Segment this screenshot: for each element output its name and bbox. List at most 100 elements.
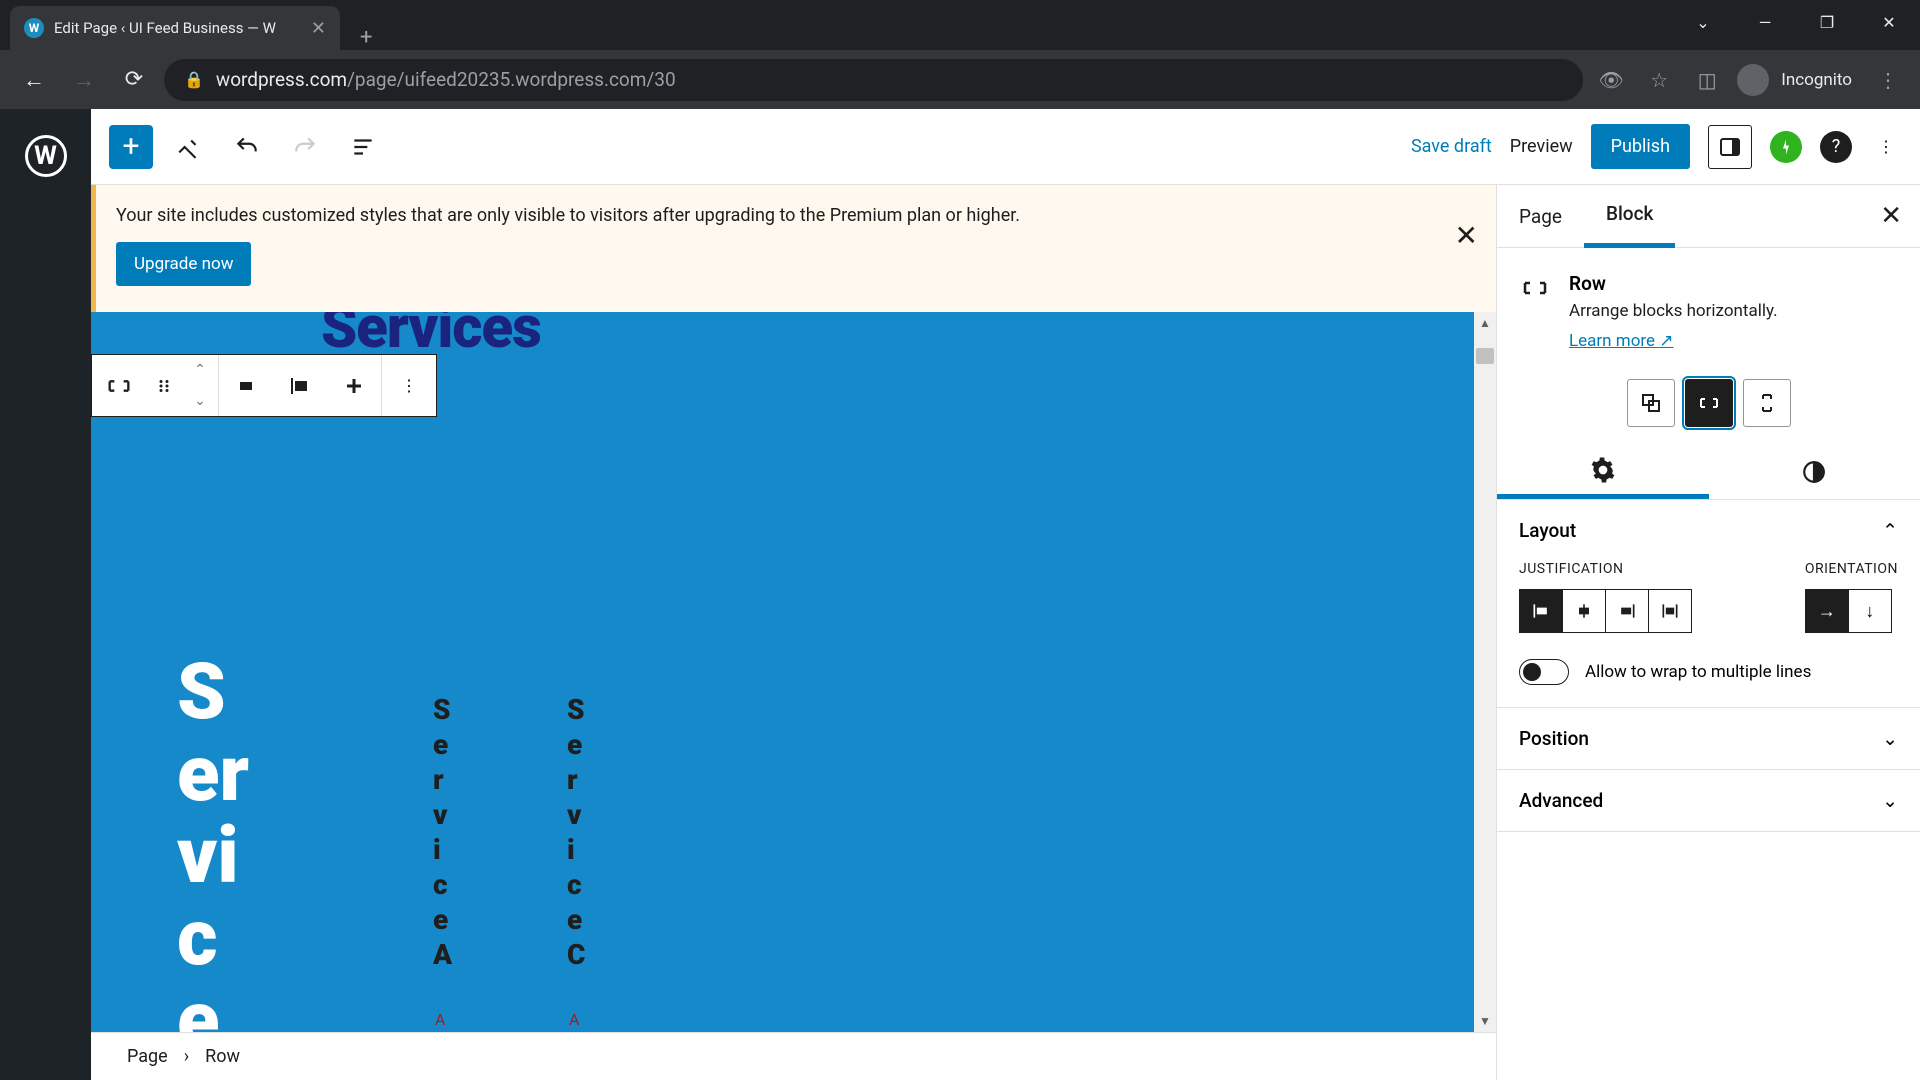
window-controls: ⌄ ― ❐ ✕ (1672, 0, 1920, 44)
editor-canvas[interactable]: Services ⌃ ⌄ (91, 312, 1496, 1032)
wordpress-favicon-icon: W (24, 18, 44, 38)
tab-block[interactable]: Block (1584, 185, 1675, 248)
position-panel-header[interactable]: Position ⌄ (1497, 708, 1920, 769)
styles-subtab[interactable] (1709, 445, 1920, 499)
wrap-toggle-label: Allow to wrap to multiple lines (1585, 662, 1811, 682)
scrollbar-thumb[interactable] (1476, 348, 1494, 364)
column-heading[interactable]: Services (177, 652, 257, 1032)
browser-menu-icon[interactable]: ⋮ (1870, 62, 1906, 98)
align-button[interactable] (219, 355, 273, 417)
service-sub-a2: A (569, 1010, 579, 1029)
block-transform-nav (1497, 365, 1920, 445)
orientation-vertical-option[interactable]: ↓ (1848, 589, 1892, 633)
transform-row-button[interactable] (1685, 379, 1733, 427)
back-button[interactable]: ← (14, 60, 54, 100)
close-window-button[interactable]: ✕ (1858, 0, 1920, 44)
learn-more-link[interactable]: Learn more ↗ (1569, 331, 1673, 351)
forward-button[interactable]: → (64, 60, 104, 100)
wrap-toggle[interactable] (1519, 659, 1569, 685)
block-title: Row (1569, 272, 1778, 295)
content-row: Your site includes customized styles tha… (91, 185, 1920, 1080)
transform-stack-button[interactable] (1743, 379, 1791, 427)
tab-close-icon[interactable]: ✕ (311, 18, 326, 39)
orientation-label: ORIENTATION (1805, 561, 1898, 577)
orientation-field: ORIENTATION → ↓ (1805, 561, 1898, 633)
reload-button[interactable]: ⟳ (114, 60, 154, 100)
layout-panel-body: JUSTIFICATION ORIENTATION (1497, 561, 1920, 707)
toolbar-right: Save draft Preview Publish ? ⋮ (1411, 124, 1902, 169)
position-panel: Position ⌄ (1497, 708, 1920, 770)
url-input[interactable]: 🔒 wordpress.com/page/uifeed20235.wordpre… (164, 59, 1583, 101)
external-link-icon: ↗ (1659, 331, 1673, 351)
caret-down-icon[interactable]: ⌄ (1672, 0, 1734, 44)
notice-close-icon[interactable]: ✕ (1455, 219, 1478, 252)
help-button[interactable]: ? (1820, 131, 1852, 163)
orientation-buttons: → ↓ (1805, 589, 1898, 633)
toolbar-left: + (109, 125, 385, 169)
publish-button[interactable]: Publish (1591, 124, 1690, 169)
move-up-button[interactable]: ⌃ (182, 355, 218, 386)
upgrade-now-button[interactable]: Upgrade now (116, 242, 251, 286)
block-breadcrumb: Page › Row (91, 1032, 1496, 1080)
breadcrumb-root[interactable]: Page (127, 1046, 168, 1067)
service-sub-a: A (435, 1010, 445, 1029)
justify-left-option[interactable] (1519, 589, 1563, 633)
drag-handle-icon[interactable] (146, 355, 182, 417)
preview-button[interactable]: Preview (1510, 136, 1573, 157)
scroll-down-icon[interactable]: ▼ (1476, 1012, 1494, 1030)
breadcrumb-leaf[interactable]: Row (205, 1046, 240, 1067)
advanced-panel-header[interactable]: Advanced ⌄ (1497, 770, 1920, 831)
block-info: Row Arrange blocks horizontally. Learn m… (1569, 272, 1778, 351)
more-menu-button[interactable]: ⋮ (1870, 125, 1902, 169)
tab-page[interactable]: Page (1497, 185, 1584, 248)
block-description: Arrange blocks horizontally. (1569, 301, 1778, 321)
upgrade-notice: Your site includes customized styles tha… (91, 185, 1496, 312)
justify-right-option[interactable] (1605, 589, 1649, 633)
save-draft-button[interactable]: Save draft (1411, 136, 1492, 157)
justify-left-button[interactable] (273, 355, 327, 417)
add-block-button[interactable]: + (109, 125, 153, 169)
chevron-up-icon: ⌃ (1882, 519, 1898, 542)
notice-text: Your site includes customized styles tha… (116, 205, 1470, 226)
transform-group-button[interactable] (1627, 379, 1675, 427)
chevron-down-icon: ⌄ (1882, 789, 1898, 812)
bookmark-icon[interactable]: ☆ (1641, 62, 1677, 98)
advanced-panel: Advanced ⌄ (1497, 770, 1920, 832)
browser-tab[interactable]: W Edit Page ‹ UI Feed Business — W ✕ (10, 6, 340, 50)
undo-button[interactable] (225, 125, 269, 169)
minimize-button[interactable]: ― (1734, 0, 1796, 44)
justify-space-between-option[interactable] (1648, 589, 1692, 633)
url-text: wordpress.com/page/uifeed20235.wordpress… (216, 68, 676, 91)
redo-button[interactable] (283, 125, 327, 169)
canvas-scrollbar[interactable]: ▲ ▼ (1474, 312, 1496, 1032)
service-a-label[interactable]: ServiceA (433, 692, 451, 972)
block-toolbar: ⌃ ⌄ ⋮ (91, 354, 437, 417)
justification-label: JUSTIFICATION (1519, 561, 1765, 577)
incognito-label: Incognito (1781, 70, 1852, 90)
justify-center-option[interactable] (1562, 589, 1606, 633)
block-type-row-icon[interactable] (92, 355, 146, 417)
eye-off-icon[interactable]: 👁 (1593, 62, 1629, 98)
lock-icon: 🔒 (184, 70, 204, 89)
incognito-icon[interactable] (1737, 64, 1769, 96)
service-c-label[interactable]: ServiceC (567, 692, 585, 972)
sidebar-toggle-button[interactable] (1708, 125, 1752, 169)
sidebar-tabs: Page Block ✕ (1497, 185, 1920, 248)
block-more-button[interactable]: ⋮ (382, 355, 436, 417)
settings-subtab[interactable] (1497, 445, 1709, 499)
list-view-button[interactable] (341, 125, 385, 169)
panel-icon[interactable]: ◫ (1689, 62, 1725, 98)
orientation-horizontal-option[interactable]: → (1805, 589, 1849, 633)
jetpack-button[interactable] (1770, 131, 1802, 163)
new-tab-button[interactable]: + (340, 25, 392, 50)
wordpress-logo-icon[interactable]: W (25, 135, 67, 177)
sidebar-subtabs (1497, 445, 1920, 500)
scroll-up-icon[interactable]: ▲ (1476, 314, 1494, 332)
add-inside-button[interactable] (327, 355, 381, 417)
address-bar: ← → ⟳ 🔒 wordpress.com/page/uifeed20235.w… (0, 50, 1920, 109)
sidebar-close-icon[interactable]: ✕ (1880, 201, 1902, 231)
edit-mode-button[interactable] (167, 125, 211, 169)
maximize-button[interactable]: ❐ (1796, 0, 1858, 44)
layout-panel-header[interactable]: Layout ⌃ (1497, 500, 1920, 561)
move-down-button[interactable]: ⌄ (182, 386, 218, 417)
